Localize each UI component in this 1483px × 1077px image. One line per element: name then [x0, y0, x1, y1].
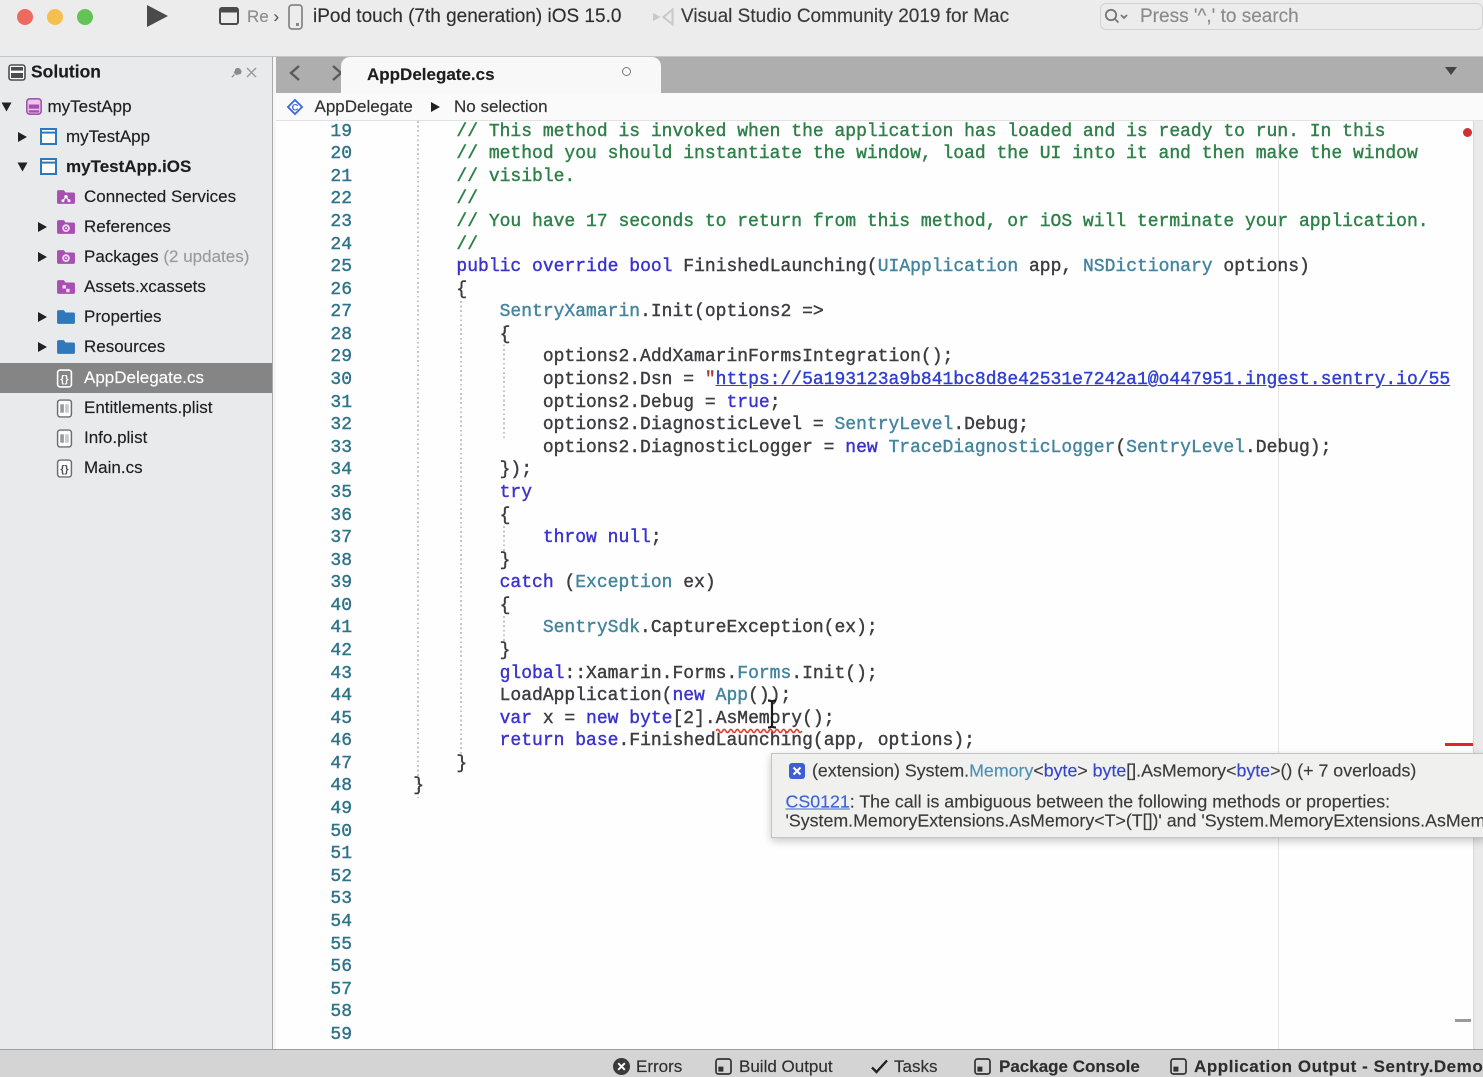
svg-text:C: C [292, 103, 299, 114]
svg-text:{}: {} [60, 464, 68, 476]
svg-text:{}: {} [60, 374, 68, 386]
